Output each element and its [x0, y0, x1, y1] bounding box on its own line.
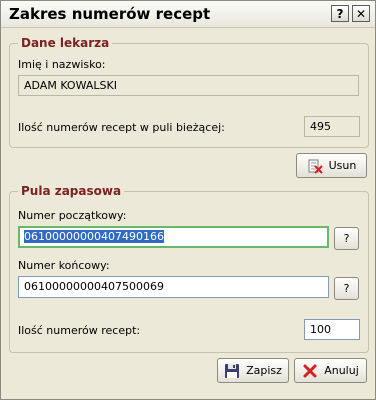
window-title: Zakres numerów recept	[9, 5, 211, 23]
doctor-name-field: ADAM KOWALSKI	[18, 75, 359, 96]
delete-button-label: Usun	[328, 159, 357, 172]
start-number-help-button[interactable]: ?	[334, 227, 359, 250]
end-help-glyph: ?	[343, 282, 350, 295]
end-number-label: Numer końcowy:	[18, 259, 110, 272]
end-number-help-button[interactable]: ?	[334, 277, 359, 300]
cancel-button[interactable]: Anuluj	[294, 358, 367, 383]
start-number-input[interactable]: 06100000000407490166	[18, 226, 329, 248]
red-x-icon	[303, 364, 317, 377]
cancel-button-label: Anuluj	[324, 364, 359, 377]
pool-count-label: Ilość numerów recept w puli bieżącej:	[18, 121, 225, 134]
count-input[interactable]: 100	[304, 319, 360, 340]
end-number-input[interactable]: 06100000000407500069	[18, 276, 329, 298]
count-label: Ilość numerów recept:	[18, 324, 141, 337]
delete-list-icon	[308, 159, 323, 174]
doctor-group: Dane lekarza Imię i nazwisko: ADAM KOWAL…	[9, 36, 369, 148]
close-title-button[interactable]: ✕	[352, 5, 370, 22]
start-number-value: 06100000000407490166	[24, 230, 164, 243]
doctor-name-label: Imię i nazwisko:	[18, 58, 106, 71]
help-icon: ?	[336, 6, 344, 21]
start-help-glyph: ?	[343, 232, 350, 245]
close-icon: ✕	[355, 6, 367, 21]
pool-count-field: 495	[304, 116, 360, 137]
dialog-window: Zakres numerów recept ? ✕ Dane lekarza I…	[0, 0, 376, 400]
title-bar[interactable]: Zakres numerów recept ? ✕	[1, 1, 375, 28]
reserve-group: Pula zapasowa Numer początkowy: 06100000…	[9, 184, 369, 353]
reserve-group-legend: Pula zapasowa	[18, 184, 125, 198]
delete-button[interactable]: Usun	[296, 153, 367, 178]
doctor-group-legend: Dane lekarza	[18, 36, 113, 50]
save-button-label: Zapisz	[246, 364, 282, 377]
floppy-disk-icon	[225, 363, 240, 378]
start-number-label: Numer początkowy:	[18, 209, 127, 222]
help-title-button[interactable]: ?	[331, 5, 349, 22]
save-button[interactable]: Zapisz	[217, 358, 289, 383]
